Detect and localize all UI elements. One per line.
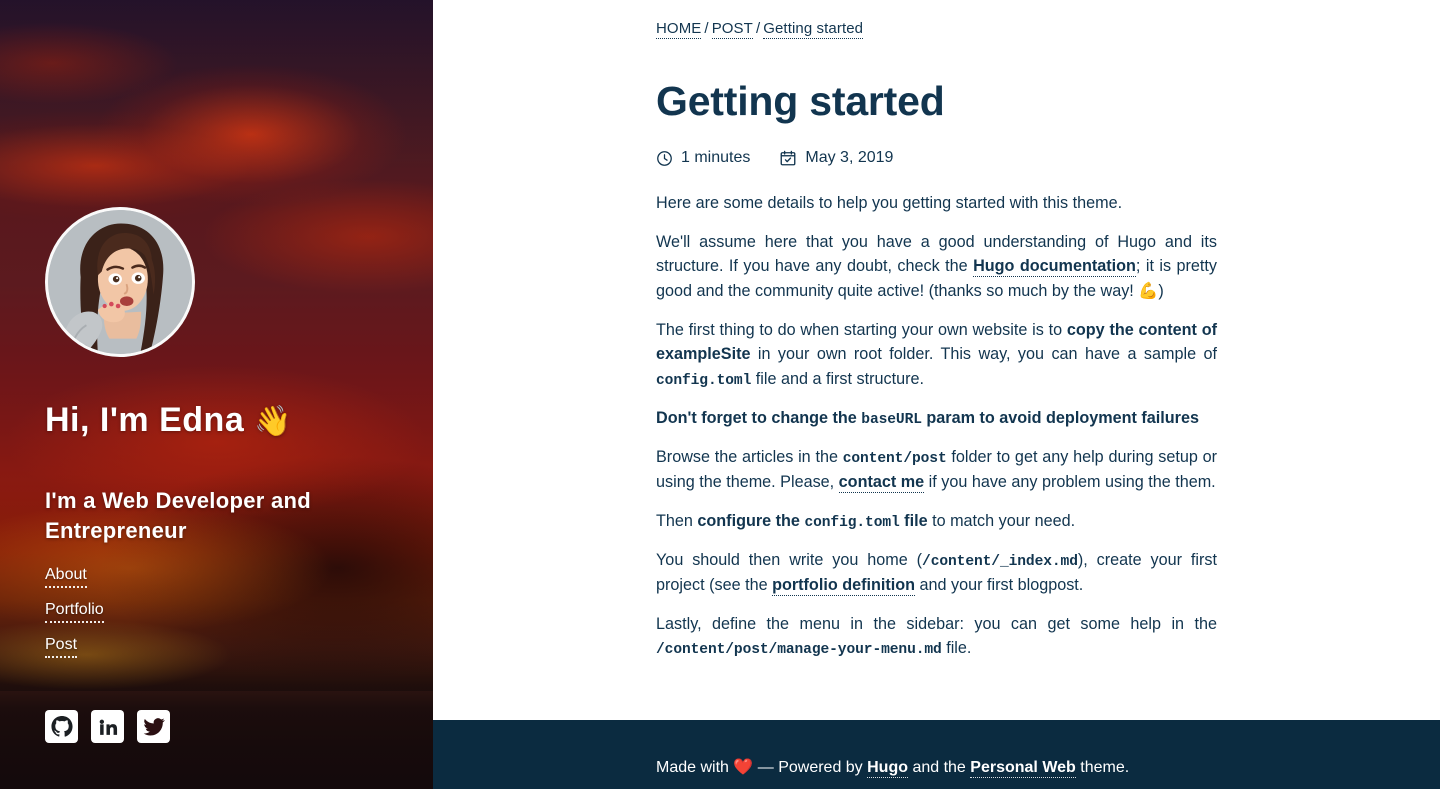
content-post-code: content/post	[842, 451, 947, 468]
sidebar-link-portfolio[interactable]: Portfolio	[45, 602, 104, 623]
paragraph-text: Lastly, define the menu in the sidebar: …	[656, 614, 1217, 633]
manage-your-menu-code: /content/post/manage-your-menu.md	[656, 642, 942, 659]
post-body: Here are some details to help you gettin…	[656, 191, 1217, 662]
calendar-icon	[779, 149, 797, 167]
sidebar-title-text: Hi, I'm Edna	[45, 401, 245, 439]
contact-me-link[interactable]: contact me	[838, 473, 925, 494]
sidebar-title: Hi, I'm Edna 👋	[45, 400, 405, 441]
hugo-link[interactable]: Hugo	[867, 759, 908, 778]
paragraph-first-thing: The first thing to do when starting your…	[656, 318, 1217, 392]
footer-credits: Made with ❤️ — Powered by Hugo and the P…	[656, 758, 1256, 779]
heart-icon: ❤️	[733, 759, 754, 776]
paragraph-baseurl-warning: Don't forget to change the baseURL param…	[656, 406, 1217, 431]
main-content: HOME / POST / Getting started Getting starte…	[433, 0, 1440, 720]
publish-date-label: May 3, 2019	[805, 149, 894, 166]
paragraph-home: You should then write you home (/content…	[656, 548, 1217, 598]
post-meta: 1 minutes May 3, 2019	[656, 149, 1217, 167]
clock-icon	[656, 150, 673, 167]
baseurl-warning-a: Don't forget to change the	[656, 408, 862, 427]
configure-strong-b: file	[899, 511, 928, 530]
paragraph-assume: We'll assume here that you have a good u…	[656, 230, 1217, 304]
linkedin-link[interactable]	[91, 710, 124, 743]
avatar-photo	[48, 210, 192, 354]
config-toml-code-2: config.toml	[804, 514, 900, 531]
config-toml-code: config.toml	[656, 372, 752, 389]
baseurl-warning-b: param to avoid deployment failures	[921, 408, 1199, 427]
sidebar-subtitle: I'm a Web Developer and Entrepreneur	[45, 488, 312, 544]
footer-text: theme.	[1075, 759, 1130, 776]
page-title: Getting started	[656, 78, 945, 124]
paragraph-text: Browse the articles in the	[656, 448, 843, 467]
paragraph-text: to match your need.	[927, 511, 1076, 530]
paragraph-intro: Here are some details to help you gettin…	[656, 191, 1217, 216]
paragraph-text: You should then write you home (	[656, 551, 923, 570]
paragraph-text: Here are some details to help you gettin…	[656, 194, 1123, 212]
footer-text: and the	[908, 759, 971, 776]
footer-text: Made with	[656, 759, 734, 776]
paragraph-text: Then	[656, 511, 698, 530]
breadcrumb-separator: /	[704, 20, 709, 37]
index-md-code: /content/_index.md	[922, 554, 1078, 571]
baseurl-code: baseURL	[861, 411, 922, 428]
sidebar: Hi, I'm Edna 👋 I'm a Web Developer and E…	[0, 0, 433, 789]
breadcrumb-home[interactable]: HOME	[656, 20, 702, 39]
breadcrumb-current[interactable]: Getting started	[763, 20, 864, 39]
site-footer: Made with ❤️ — Powered by Hugo and the P…	[433, 720, 1440, 789]
avatar	[45, 207, 195, 357]
paragraph-configure: Then configure the config.toml file to m…	[656, 509, 1217, 534]
twitter-link[interactable]	[137, 710, 170, 743]
paragraph-text: in your own root folder. This way, you c…	[750, 345, 1217, 364]
paragraph-browse: Browse the articles in the content/post …	[656, 445, 1217, 495]
paragraph-text: The first thing to do when starting your…	[656, 320, 1067, 339]
footer-text: — Powered by	[753, 759, 868, 776]
sidebar-nav: About Portfolio Post	[45, 567, 375, 672]
github-link[interactable]	[45, 710, 78, 743]
sidebar-link-about[interactable]: About	[45, 567, 87, 588]
configure-strong-a: configure the	[697, 511, 805, 530]
publish-date: May 3, 2019	[779, 149, 893, 167]
paragraph-text: and your first blogpost.	[915, 576, 1084, 595]
paragraph-menu: Lastly, define the menu in the sidebar: …	[656, 612, 1217, 662]
breadcrumb: HOME / POST / Getting started	[656, 0, 1217, 39]
sidebar-link-post[interactable]: Post	[45, 637, 78, 658]
portfolio-definition-link[interactable]: portfolio definition	[772, 576, 916, 597]
page-root: Hi, I'm Edna 👋 I'm a Web Developer and E…	[0, 0, 1440, 789]
paragraph-text: file and a first structure.	[751, 369, 924, 388]
hugo-documentation-link[interactable]: Hugo documentation	[973, 257, 1136, 278]
breadcrumb-post[interactable]: POST	[711, 20, 753, 39]
reading-time-label: 1 minutes	[681, 149, 751, 166]
sidebar-social-links	[45, 710, 170, 743]
paragraph-text: file.	[941, 639, 972, 658]
paragraph-text: if you have any problem using the them.	[924, 473, 1216, 492]
waving-hand-icon: 👋	[254, 405, 293, 438]
personal-web-theme-link[interactable]: Personal Web	[970, 759, 1076, 778]
reading-time: 1 minutes	[656, 149, 750, 167]
breadcrumb-separator: /	[755, 20, 761, 37]
